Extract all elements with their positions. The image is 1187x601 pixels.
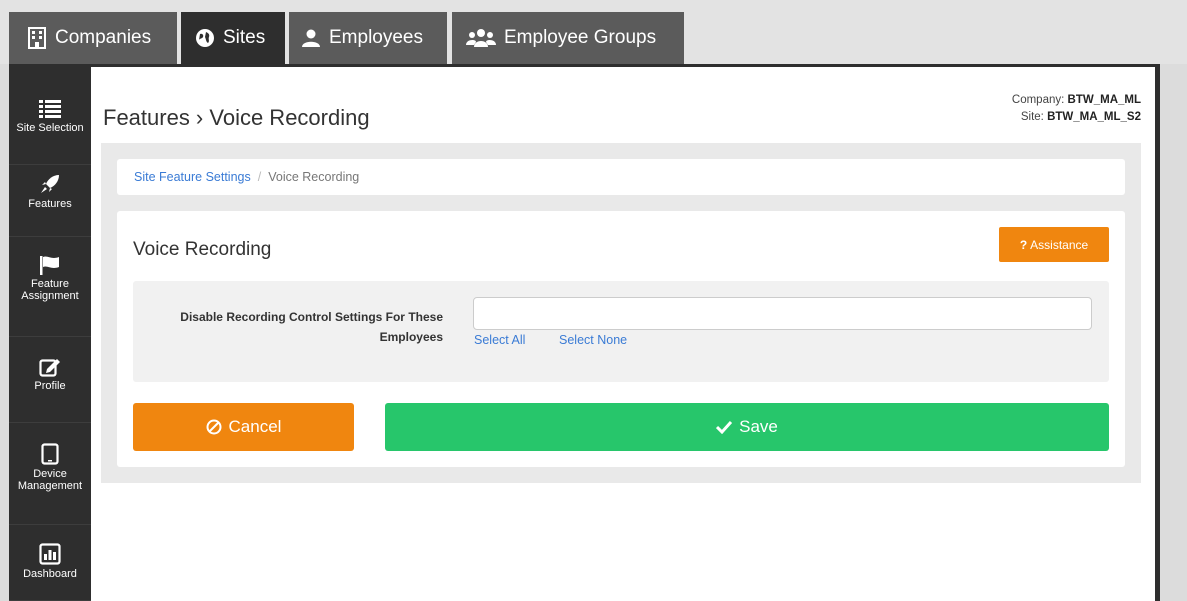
site-label: Site: [1020, 111, 1044, 123]
sidebar-item-features[interactable]: Features [9, 165, 91, 237]
company-line: Company: BTW_MA_ML [1012, 92, 1141, 109]
select-all-link[interactable]: Select All [474, 333, 525, 347]
breadcrumb: Site Feature Settings / Voice Recording [117, 159, 1125, 195]
ban-icon [206, 419, 222, 435]
cancel-button[interactable]: Cancel [133, 403, 354, 451]
breadcrumb-separator: / [257, 170, 262, 184]
tab-label: Employees [329, 27, 423, 48]
question-icon: ? [1019, 237, 1028, 252]
company-site-info: Company: BTW_MA_ML Site: BTW_MA_ML_S2 [1012, 92, 1141, 126]
tab-label: Companies [55, 27, 152, 48]
page-title: Features › Voice Recording [103, 105, 370, 130]
check-icon [716, 420, 733, 434]
user-icon [301, 28, 321, 48]
globe-icon [195, 28, 215, 48]
sidebar-item-label: Device Management [17, 468, 83, 492]
sidebar-item-label: Site Selection [16, 122, 84, 134]
tab-employee-groups[interactable]: Employee Groups [452, 12, 686, 64]
bar-chart-icon [9, 543, 91, 565]
list-icon [9, 99, 91, 119]
site-value: BTW_MA_ML_S2 [1047, 111, 1141, 123]
tab-employees[interactable]: Employees [289, 12, 449, 64]
edit-icon [9, 357, 91, 377]
sidebar-item-dashboard[interactable]: Dashboard [9, 525, 91, 601]
sidebar-item-label: Dashboard [23, 568, 77, 580]
users-icon [466, 28, 496, 48]
sidebar-item-site-selection[interactable]: Site Selection [9, 81, 91, 165]
save-label: Save [739, 417, 778, 436]
employees-input[interactable] [473, 297, 1092, 330]
company-value: BTW_MA_ML [1067, 94, 1141, 106]
save-button[interactable]: Save [385, 403, 1109, 451]
sidebar-item-label: Feature Assignment [21, 278, 79, 302]
company-label: Company: [1011, 94, 1065, 106]
sidebar-item-profile[interactable]: Profile [9, 337, 91, 423]
tab-label: Sites [223, 27, 266, 48]
disable-recording-label: Disable Recording Control Settings For T… [180, 310, 443, 344]
breadcrumb-current: Voice Recording [268, 170, 360, 184]
active-indicator [91, 187, 100, 207]
sidebar-item-device-management[interactable]: Device Management [9, 423, 91, 525]
rocket-icon [9, 173, 91, 195]
card-title: Voice Recording [133, 239, 272, 260]
flag-icon [9, 255, 91, 275]
top-tab-bar: Companies Sites Employees Employee Group… [0, 0, 1187, 64]
assistance-button[interactable]: ? Assistance [999, 227, 1109, 262]
sidebar-item-label: Features [28, 198, 72, 210]
assistance-label: Assistance [1030, 237, 1089, 252]
tab-sites[interactable]: Sites [181, 12, 287, 64]
breadcrumb-link-site-feature-settings[interactable]: Site Feature Settings [134, 170, 251, 184]
select-none-link[interactable]: Select None [559, 333, 627, 347]
sidebar-item-label: Profile [34, 380, 66, 392]
sidebar: Site Selection Features Feature Assignme… [9, 67, 100, 601]
tab-companies[interactable]: Companies [9, 12, 179, 64]
tablet-icon [9, 443, 91, 465]
building-icon [27, 27, 47, 49]
tab-label: Employee Groups [504, 27, 657, 48]
sidebar-item-feature-assignment[interactable]: Feature Assignment [9, 237, 91, 337]
site-line: Site: BTW_MA_ML_S2 [1012, 109, 1141, 126]
cancel-label: Cancel [228, 417, 282, 436]
